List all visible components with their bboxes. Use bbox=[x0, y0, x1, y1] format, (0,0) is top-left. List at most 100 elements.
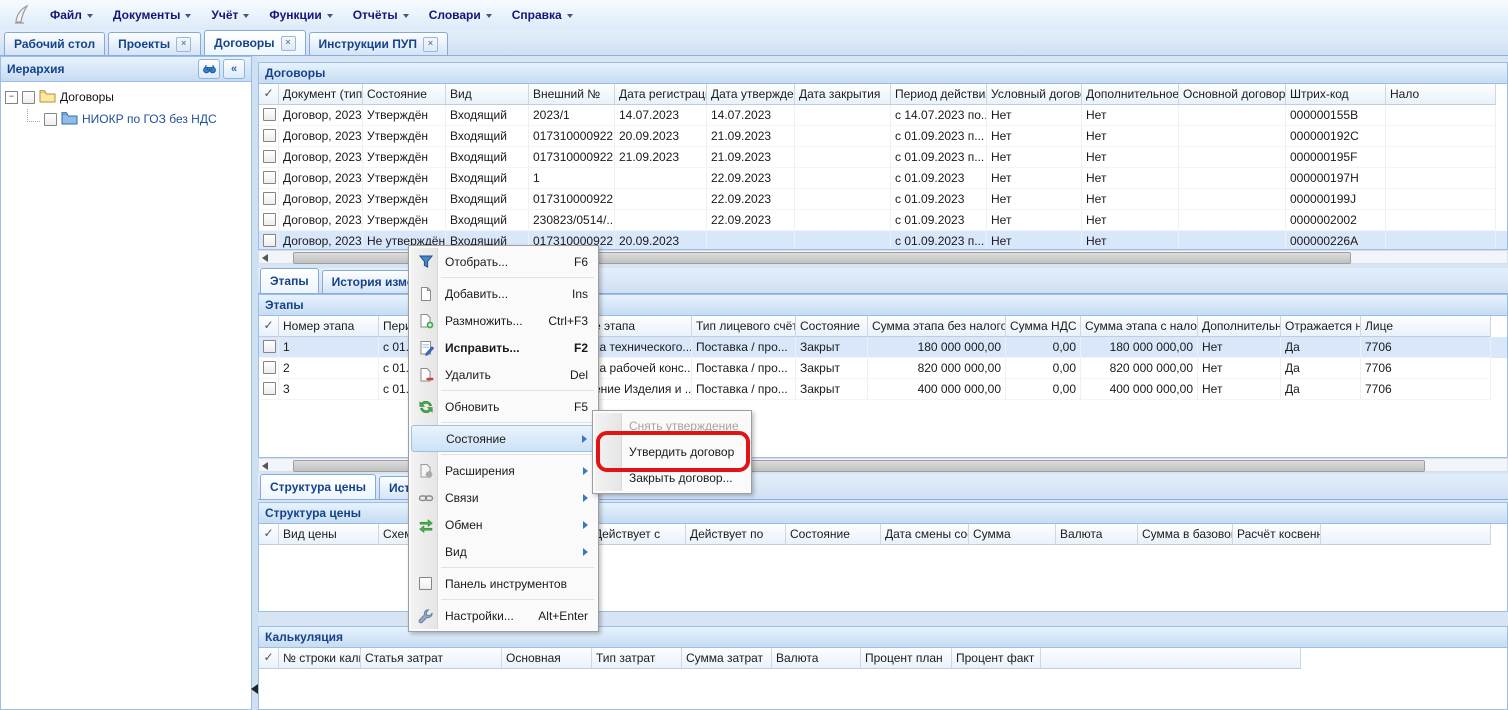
column-header[interactable]: Процент факт bbox=[952, 648, 1041, 669]
tab-этапы[interactable]: Этапы bbox=[260, 268, 319, 293]
check-column-header[interactable]: ✓ bbox=[259, 316, 279, 337]
tab-структура-цены[interactable]: Структура цены bbox=[260, 474, 376, 499]
row-checkbox[interactable] bbox=[263, 129, 276, 142]
menu-item-расширения[interactable]: Расширения bbox=[411, 457, 596, 484]
column-header[interactable]: Состояние bbox=[796, 316, 868, 337]
menu-item-настройки-[interactable]: Настройки...Alt+Enter bbox=[411, 602, 596, 629]
column-header[interactable]: Тип затрат bbox=[592, 648, 682, 669]
table-row[interactable]: Договор, 2023/...УтверждёнВходящий017310… bbox=[259, 189, 1507, 210]
check-column-header[interactable]: ✓ bbox=[259, 84, 279, 105]
scroll-left-icon[interactable] bbox=[262, 254, 268, 262]
column-header[interactable]: Действует с bbox=[590, 524, 686, 545]
splitter-collapse-icon[interactable] bbox=[251, 684, 258, 694]
table-row[interactable]: Договор, 2023/...УтверждёнВходящий122.09… bbox=[259, 168, 1507, 189]
column-header[interactable]: Номер этапа bbox=[279, 316, 379, 337]
menu-item-отобрать-[interactable]: Отобрать...F6 bbox=[411, 248, 596, 275]
column-header[interactable]: Сумма в базовой в bbox=[1138, 524, 1233, 545]
column-header[interactable]: Состояние bbox=[786, 524, 881, 545]
tree-checkbox[interactable] bbox=[44, 113, 57, 126]
column-header[interactable]: Нало bbox=[1386, 84, 1496, 105]
column-header[interactable]: Дата регистрации. bbox=[615, 84, 707, 105]
close-icon[interactable]: × bbox=[281, 36, 296, 51]
column-header[interactable]: Расчёт косвенных bbox=[1233, 524, 1321, 545]
menubar-item-6[interactable]: Словари bbox=[419, 4, 502, 26]
column-header[interactable]: Вид bbox=[446, 84, 529, 105]
close-icon[interactable]: × bbox=[176, 37, 191, 52]
check-column-header[interactable]: ✓ bbox=[259, 524, 279, 545]
column-header[interactable]: Период действия.. bbox=[891, 84, 987, 105]
column-header[interactable]: Отражается на су bbox=[1281, 316, 1361, 337]
tree-item-niokr[interactable]: НИОКР по ГОЗ без НДС bbox=[23, 108, 249, 130]
column-header[interactable]: Тип лицевого счёт bbox=[692, 316, 796, 337]
table-row[interactable]: Договор, 2023/...УтверждёнВходящий2023/1… bbox=[259, 105, 1507, 126]
column-header[interactable]: Условный договор bbox=[987, 84, 1082, 105]
row-checkbox[interactable] bbox=[263, 234, 276, 247]
column-header[interactable]: е этапа bbox=[590, 316, 692, 337]
column-header[interactable]: № строки калькул bbox=[279, 648, 361, 669]
row-checkbox[interactable] bbox=[263, 213, 276, 226]
menubar-item-1[interactable]: Файл bbox=[40, 4, 103, 26]
column-header[interactable]: Вид цены bbox=[279, 524, 379, 545]
row-checkbox[interactable] bbox=[263, 382, 276, 395]
column-header[interactable]: Состояние bbox=[363, 84, 446, 105]
menu-item-связи[interactable]: Связи bbox=[411, 484, 596, 511]
menubar-item-2[interactable]: Документы bbox=[103, 4, 201, 26]
column-header[interactable]: Дополнительное с bbox=[1082, 84, 1179, 105]
column-header[interactable]: Документ (тип, № bbox=[279, 84, 363, 105]
column-header[interactable]: Действует по bbox=[686, 524, 786, 545]
column-header[interactable]: Основная bbox=[502, 648, 592, 669]
row-checkbox[interactable] bbox=[263, 361, 276, 374]
menubar-item-7[interactable]: Справка bbox=[502, 4, 583, 26]
row-checkbox[interactable] bbox=[263, 192, 276, 205]
menu-item-обновить[interactable]: ОбновитьF5 bbox=[411, 393, 596, 420]
row-checkbox[interactable] bbox=[263, 340, 276, 353]
tree-checkbox[interactable] bbox=[22, 91, 35, 104]
menubar-item-3[interactable]: Учёт bbox=[201, 4, 259, 26]
table-row[interactable]: Договор, 2023/...УтверждёнВходящий017310… bbox=[259, 126, 1507, 147]
table-row[interactable]: Договор, 2023/...УтверждёнВходящий230823… bbox=[259, 210, 1507, 231]
column-header[interactable]: Дата закрытия bbox=[795, 84, 891, 105]
column-header[interactable]: Основной договор bbox=[1179, 84, 1286, 105]
row-checkbox[interactable] bbox=[263, 108, 276, 121]
menu-item-вид[interactable]: Вид bbox=[411, 538, 596, 565]
column-header[interactable]: Сумма этапа без налогов bbox=[868, 316, 1006, 337]
column-header[interactable]: Валюта bbox=[772, 648, 861, 669]
row-checkbox[interactable] bbox=[263, 150, 276, 163]
column-header[interactable] bbox=[1041, 648, 1301, 669]
row-checkbox[interactable] bbox=[263, 171, 276, 184]
tab-рабочий-стол[interactable]: Рабочий стол bbox=[4, 32, 105, 55]
column-header[interactable]: Штрих-код bbox=[1286, 84, 1386, 105]
column-header[interactable]: Сумма НДС этапа bbox=[1006, 316, 1081, 337]
column-header[interactable]: Дата утверждения bbox=[707, 84, 795, 105]
menubar-item-5[interactable]: Отчёты bbox=[343, 4, 419, 26]
check-column-header[interactable]: ✓ bbox=[259, 648, 279, 669]
column-header[interactable]: Сумма затрат bbox=[682, 648, 772, 669]
column-header[interactable]: Сумма этапа с налогами bbox=[1081, 316, 1198, 337]
close-icon[interactable]: × bbox=[423, 37, 438, 52]
menu-item-размножить-[interactable]: Размножить...Ctrl+F3 bbox=[411, 307, 596, 334]
tab-проекты[interactable]: Проекты× bbox=[108, 32, 201, 55]
tab-договоры[interactable]: Договоры× bbox=[204, 30, 305, 55]
scroll-left-icon[interactable] bbox=[262, 462, 268, 470]
column-header[interactable]: Лице bbox=[1361, 316, 1491, 337]
menu-item-состояние[interactable]: Состояние bbox=[411, 425, 596, 452]
tree-item-contracts[interactable]: − Договоры bbox=[3, 86, 249, 108]
column-header[interactable]: Дополнительное с bbox=[1198, 316, 1281, 337]
column-header[interactable]: Внешний № bbox=[529, 84, 615, 105]
column-header[interactable]: Валюта bbox=[1056, 524, 1138, 545]
menu-item-удалить[interactable]: УдалитьDel bbox=[411, 361, 596, 388]
collapse-node-icon[interactable]: − bbox=[5, 91, 18, 104]
collapse-left-icon[interactable]: « bbox=[223, 59, 245, 79]
column-header[interactable]: Статья затрат bbox=[361, 648, 502, 669]
column-header[interactable]: Дата смены состоя bbox=[881, 524, 969, 545]
table-row[interactable]: Договор, 2023/...УтверждёнВходящий017310… bbox=[259, 147, 1507, 168]
menu-item-добавить-[interactable]: Добавить...Ins bbox=[411, 280, 596, 307]
binoculars-icon[interactable] bbox=[198, 59, 220, 79]
column-header[interactable] bbox=[1321, 524, 1491, 545]
menu-item-обмен[interactable]: Обмен bbox=[411, 511, 596, 538]
tab-инструкции-пуп[interactable]: Инструкции ПУП× bbox=[309, 32, 448, 55]
menu-item-исправить-[interactable]: Исправить...F2 bbox=[411, 334, 596, 361]
menu-item-панель-инструментов[interactable]: Панель инструментов bbox=[411, 570, 596, 597]
menubar-item-4[interactable]: Функции bbox=[259, 4, 342, 26]
column-header[interactable]: Сумма bbox=[969, 524, 1056, 545]
